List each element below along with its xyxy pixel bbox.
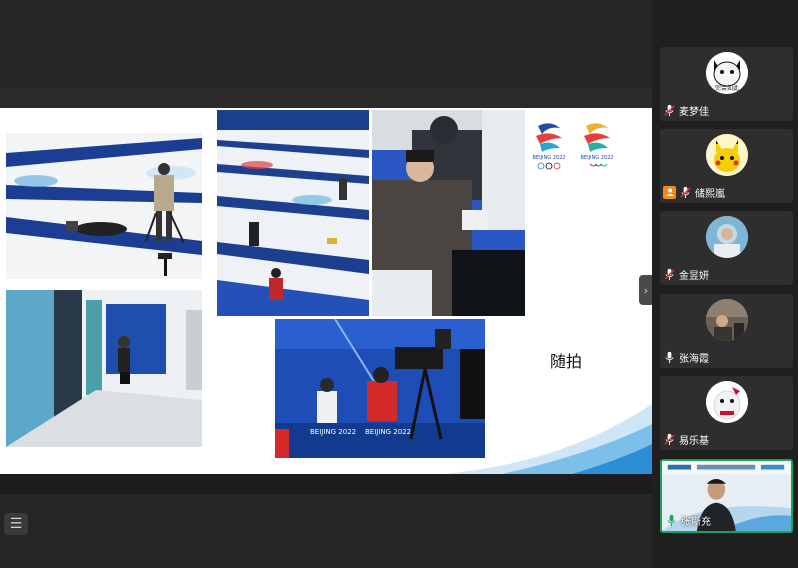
- share-top-bar: [0, 88, 652, 108]
- beijing-2022-paralympic-logo: BEIJING 2022: [578, 122, 616, 172]
- participant-name-row: 张海霞: [663, 349, 709, 365]
- participant-name: 易乐基: [679, 435, 709, 447]
- participant-tile[interactable]: 张海霞: [660, 294, 793, 368]
- logo-text-1: BEIJING 2022: [533, 155, 566, 161]
- menu-icon: ☰: [9, 516, 23, 532]
- avatar: [706, 134, 748, 176]
- banner-text-2: BEIJING 2022: [365, 428, 411, 436]
- mic-on-icon: [663, 351, 676, 364]
- avatar: [706, 381, 748, 423]
- slide-caption: 随拍: [550, 352, 583, 371]
- participant-name: 麦梦佳: [679, 106, 709, 118]
- slide-corner-decoration: [442, 404, 652, 474]
- participant-tile[interactable]: 金昱妍: [660, 211, 793, 285]
- mic-muted-icon: [663, 104, 676, 117]
- share-bottom-bar: [0, 474, 652, 494]
- participant-name: 储熙嵐: [695, 188, 725, 200]
- avatar: [706, 216, 748, 258]
- mic-muted-icon: [663, 268, 676, 281]
- logo-text-2: BEIJING 2022: [581, 155, 614, 161]
- mic-muted-icon: [663, 433, 676, 446]
- photo-curling-photographers: [6, 133, 202, 279]
- photo-corridor-photographer: [6, 290, 202, 447]
- banner-text-1: BEIJING 2022: [310, 428, 356, 436]
- avatar-text: 完会如此: [715, 84, 739, 92]
- chevron-right-icon: ›: [643, 283, 649, 297]
- mic-muted-icon: [679, 186, 692, 199]
- participant-name: 金昱妍: [679, 270, 709, 282]
- participant-name-row: 储熙嵐: [663, 184, 725, 200]
- menu-button[interactable]: ☰: [4, 513, 28, 535]
- avatar: [706, 299, 748, 341]
- participant-name: 张斯充: [681, 516, 711, 528]
- participant-tile[interactable]: 完会如此 麦梦佳: [660, 47, 793, 121]
- collapse-panel-button[interactable]: ›: [639, 275, 653, 305]
- host-user-icon: [663, 185, 676, 199]
- beijing-2022-olympic-logo: BEIJING 2022: [530, 122, 568, 172]
- presentation-slide: BEIJING 2022 BEIJING 2022 BEIJING 2022 B…: [0, 108, 652, 474]
- shared-screen-stage: BEIJING 2022 BEIJING 2022 BEIJING 2022 B…: [0, 0, 652, 568]
- photo-curling-arena: [217, 110, 369, 316]
- avatar: 完会如此: [706, 52, 748, 94]
- participant-name-row: 易乐基: [663, 431, 709, 447]
- participant-tile[interactable]: 储熙嵐: [660, 129, 793, 203]
- participant-name-row: 麦梦佳: [663, 102, 709, 118]
- participant-name-row: 金昱妍: [663, 266, 709, 282]
- mic-active-icon: [665, 514, 678, 527]
- participant-name-row: 张斯充: [665, 512, 711, 528]
- participant-tile-active-speaker[interactable]: 张斯充: [660, 459, 793, 533]
- photo-reporter-notebook: [372, 110, 525, 316]
- participant-tile[interactable]: 易乐基: [660, 376, 793, 450]
- participant-name: 张海霞: [679, 353, 709, 365]
